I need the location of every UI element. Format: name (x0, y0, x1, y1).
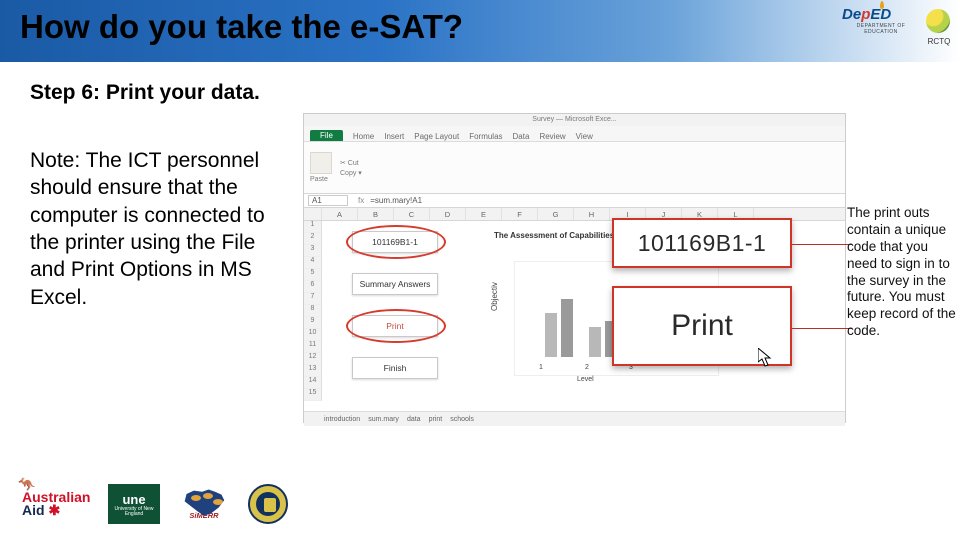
copy-label[interactable]: Copy ▾ (340, 169, 362, 177)
pnu-seal-logo (248, 484, 288, 524)
excel-tab-view[interactable]: View (576, 132, 593, 141)
excel-ribbon-tabs: File Home Insert Page Layout Formulas Da… (304, 126, 845, 142)
excel-tab-file[interactable]: File (310, 130, 343, 141)
excel-tab-pagelayout[interactable]: Page Layout (414, 132, 459, 141)
footer-logos: 🦘 Australian Aid ✱ une University of New… (22, 484, 288, 524)
side-caption: The print outs contain a unique code tha… (847, 205, 959, 340)
rctq-label: RCTQ (926, 37, 952, 46)
highlight-circle-print (346, 309, 446, 343)
excel-screenshot: Survey — Microsoft Exce... File Home Ins… (303, 113, 846, 423)
callout-code: 101169B1-1 (612, 218, 792, 268)
chart-xlabel: Level (577, 376, 594, 383)
excel-tab-insert[interactable]: Insert (384, 132, 404, 141)
excel-tab-review[interactable]: Review (539, 132, 565, 141)
slide-title: How do you take the e-SAT? (20, 8, 463, 46)
leader-line-2 (792, 328, 852, 329)
paste-label: Paste (310, 176, 332, 183)
sheet-tab-data[interactable]: data (407, 416, 421, 423)
excel-window-title: Survey — Microsoft Exce... (304, 114, 845, 126)
leader-line-1 (792, 244, 852, 245)
slide-text: Step 6: Print your data. Note: The ICT p… (30, 80, 290, 311)
paste-icon[interactable] (310, 152, 332, 174)
embedded-finish-button[interactable]: Finish (352, 357, 438, 379)
deped-subtitle: DEPARTMENT OF EDUCATION (842, 23, 920, 35)
callout-code-value: 101169B1-1 (638, 230, 767, 257)
simerr-logo: SiMERR (174, 487, 234, 521)
deped-logo: DepED DEPARTMENT OF EDUCATION (842, 6, 920, 48)
sheet-tab-schools[interactable]: schools (450, 416, 474, 423)
excel-tab-formulas[interactable]: Formulas (469, 132, 502, 141)
excel-ribbon-body: Paste ✂ Cut Copy ▾ (304, 142, 845, 194)
title-bar: How do you take the e-SAT? DepED DEPARTM… (0, 0, 960, 62)
australian-aid-logo: 🦘 Australian Aid ✱ (22, 484, 94, 524)
sheet-tab-intro[interactable]: introduction (324, 416, 360, 423)
highlight-circle-code (346, 225, 446, 259)
excel-formula-bar: A1 fx =sum.mary!A1 (304, 194, 845, 208)
excel-namebox[interactable]: A1 (308, 195, 348, 206)
header-logos: DepED DEPARTMENT OF EDUCATION RCTQ (842, 6, 952, 48)
excel-formula[interactable]: =sum.mary!A1 (370, 196, 422, 205)
flame-icon (880, 1, 884, 9)
cursor-icon (758, 348, 774, 368)
une-logo: une University of New England (108, 484, 160, 524)
excel-tab-data[interactable]: Data (513, 132, 530, 141)
callout-print-label: Print (671, 309, 733, 343)
note-text: Note: The ICT personnel should ensure th… (30, 147, 290, 311)
rctq-logo: RCTQ (926, 9, 952, 46)
sheet-tab-summary[interactable]: sum.mary (368, 416, 399, 423)
sheet-tab-print[interactable]: print (429, 416, 443, 423)
excel-tab-home[interactable]: Home (353, 132, 374, 141)
step-heading: Step 6: Print your data. (30, 80, 290, 105)
embedded-summary-button[interactable]: Summary Answers (352, 273, 438, 295)
excel-sheet-tabs: introduction sum.mary data print schools (304, 411, 845, 426)
